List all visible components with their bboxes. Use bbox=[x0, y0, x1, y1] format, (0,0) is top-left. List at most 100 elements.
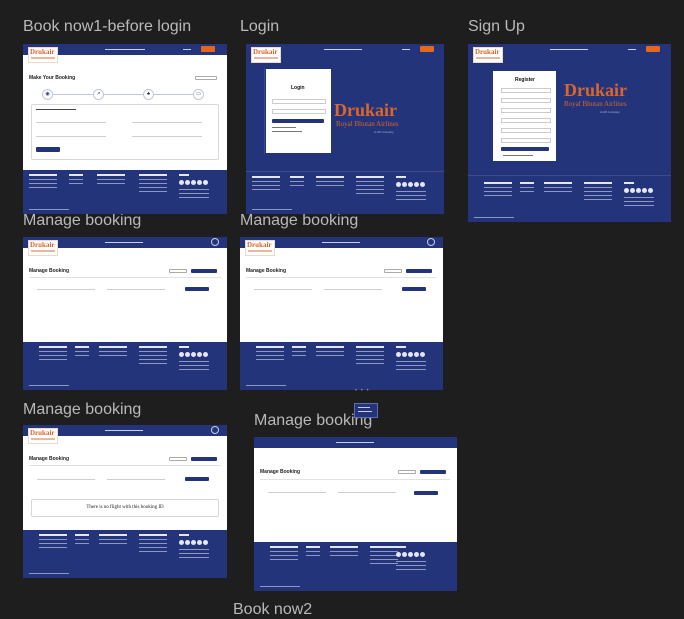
find-booking-button[interactable] bbox=[402, 287, 426, 291]
frame-label-manage-booking-3: Manage booking bbox=[23, 401, 142, 418]
drukair-logo[interactable]: Drukair bbox=[473, 47, 503, 63]
footer bbox=[254, 542, 457, 591]
reg-field-6[interactable] bbox=[501, 138, 551, 143]
more-dots[interactable]: • • • bbox=[355, 388, 370, 394]
book-new-button[interactable] bbox=[191, 457, 217, 461]
last-name-field[interactable] bbox=[107, 286, 165, 290]
social-icons[interactable] bbox=[396, 352, 425, 357]
booking-id-field[interactable] bbox=[254, 286, 312, 290]
reg-field-3[interactable] bbox=[501, 108, 551, 113]
drukair-logo[interactable]: Drukair bbox=[28, 240, 58, 256]
drukair-logo[interactable]: Drukair bbox=[251, 47, 281, 63]
signup-button[interactable] bbox=[420, 46, 434, 52]
footer bbox=[23, 530, 227, 578]
field-3[interactable] bbox=[36, 133, 106, 137]
language-select[interactable] bbox=[384, 269, 402, 273]
reg-field-2[interactable] bbox=[501, 98, 551, 103]
last-name-field[interactable] bbox=[338, 489, 396, 493]
brand-name: Drukair bbox=[334, 100, 397, 120]
passengers-icon[interactable]: ♣ bbox=[143, 89, 154, 100]
nav-text bbox=[105, 49, 145, 50]
frame-label-manage-booking-2: Manage booking bbox=[240, 212, 359, 229]
login-link[interactable] bbox=[183, 49, 191, 50]
find-booking-button[interactable] bbox=[185, 287, 209, 291]
social-icons[interactable] bbox=[179, 540, 208, 545]
login-link[interactable] bbox=[628, 49, 636, 50]
brand-subname: Royal Bhutan Airlines bbox=[336, 120, 399, 128]
login-card: Login bbox=[266, 69, 331, 153]
social-icons[interactable] bbox=[179, 180, 208, 185]
nav-text bbox=[322, 242, 360, 243]
field-1[interactable] bbox=[36, 119, 106, 123]
user-icon[interactable] bbox=[211, 426, 219, 434]
booking-id-field[interactable] bbox=[268, 489, 326, 493]
language-select[interactable] bbox=[169, 269, 187, 273]
drukair-logo[interactable]: Drukair bbox=[28, 47, 58, 63]
drukair-logo[interactable]: Drukair bbox=[245, 240, 275, 256]
frame-book-now[interactable]: Drukair Make Your Booking ◉ ↗ ♣ ▭ bbox=[23, 44, 227, 214]
nav-text bbox=[324, 49, 362, 50]
steps-line bbox=[53, 94, 203, 95]
social-icons[interactable] bbox=[396, 182, 425, 187]
language-select[interactable] bbox=[398, 470, 416, 474]
page-title: Manage Booking bbox=[260, 469, 301, 475]
book-new-button[interactable] bbox=[406, 269, 432, 273]
login-button[interactable] bbox=[272, 119, 324, 123]
last-name-field[interactable] bbox=[107, 476, 165, 480]
last-name-field[interactable] bbox=[324, 286, 382, 290]
forgot-link[interactable] bbox=[272, 127, 296, 128]
booking-form-card bbox=[31, 104, 219, 160]
field-2[interactable] bbox=[132, 119, 202, 123]
footer bbox=[240, 342, 443, 390]
nav-text bbox=[105, 430, 143, 431]
language-select[interactable] bbox=[169, 457, 187, 461]
drukair-logo[interactable]: Drukair bbox=[28, 428, 58, 444]
find-booking-button[interactable] bbox=[185, 477, 209, 481]
brand-tagline: A HP company bbox=[374, 130, 394, 134]
login-link-text[interactable] bbox=[503, 155, 533, 156]
username-field[interactable] bbox=[272, 99, 326, 104]
booking-id-field[interactable] bbox=[37, 286, 95, 290]
user-icon[interactable] bbox=[427, 238, 435, 246]
popup-menu[interactable] bbox=[354, 403, 378, 418]
search-button[interactable] bbox=[36, 147, 60, 152]
card-icon[interactable]: ▭ bbox=[193, 89, 204, 100]
footer bbox=[468, 175, 671, 222]
route-icon[interactable]: ↗ bbox=[93, 89, 104, 100]
user-icon[interactable]: ◉ bbox=[42, 89, 53, 100]
booking-id-field[interactable] bbox=[37, 476, 95, 480]
social-icons[interactable] bbox=[396, 552, 425, 557]
find-booking-button[interactable] bbox=[414, 491, 438, 495]
language-select[interactable] bbox=[195, 76, 217, 80]
social-icons[interactable] bbox=[624, 188, 653, 193]
signup-link[interactable] bbox=[272, 131, 302, 132]
social-icons[interactable] bbox=[179, 352, 208, 357]
book-new-button[interactable] bbox=[191, 269, 217, 273]
signup-button[interactable] bbox=[201, 46, 215, 52]
frame-label-login: Login bbox=[240, 18, 280, 35]
nav-text bbox=[550, 49, 588, 50]
signup-button[interactable] bbox=[646, 46, 660, 52]
frame-label-manage-booking-1: Manage booking bbox=[23, 212, 142, 229]
user-icon[interactable] bbox=[211, 238, 219, 246]
password-field[interactable] bbox=[272, 109, 326, 114]
frame-login[interactable]: Drukair Drukair Royal Bhutan Airlines A … bbox=[246, 44, 444, 214]
footer bbox=[23, 342, 227, 390]
page-title: Manage Booking bbox=[246, 268, 287, 274]
register-button[interactable] bbox=[501, 147, 549, 151]
login-title: Login bbox=[291, 85, 305, 91]
reg-field-4[interactable] bbox=[501, 118, 551, 123]
frame-manage-booking-3[interactable]: Drukair Manage Booking There is no fligh… bbox=[23, 425, 227, 578]
register-title: Register bbox=[515, 77, 536, 83]
book-new-button[interactable] bbox=[420, 470, 446, 474]
frame-signup[interactable]: Drukair Drukair Royal Bhutan Airlines A … bbox=[468, 44, 671, 222]
reg-field-1[interactable] bbox=[501, 88, 551, 93]
frame-manage-booking-1[interactable]: Drukair Manage Booking bbox=[23, 237, 227, 390]
frame-manage-booking-4[interactable]: Manage Booking bbox=[254, 437, 457, 591]
login-link[interactable] bbox=[402, 49, 410, 50]
nav-text bbox=[336, 442, 374, 443]
footer bbox=[23, 170, 227, 214]
frame-manage-booking-2[interactable]: Drukair Manage Booking bbox=[240, 237, 443, 390]
reg-field-5[interactable] bbox=[501, 128, 551, 133]
field-4[interactable] bbox=[132, 133, 202, 137]
